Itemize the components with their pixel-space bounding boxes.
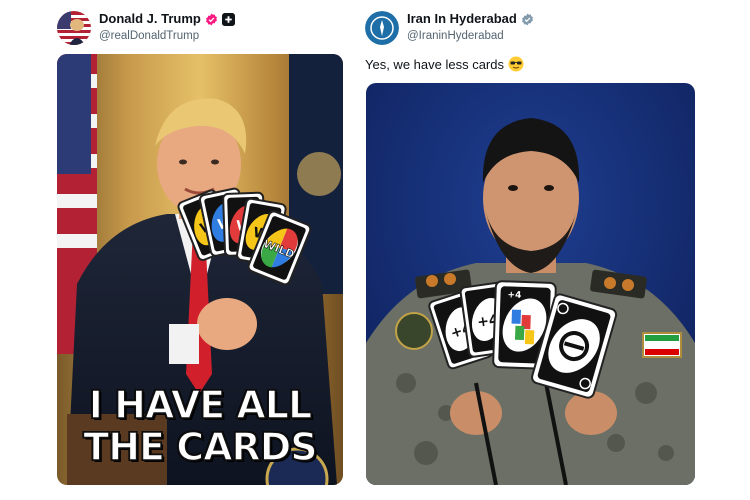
meme-caption-line-1: I HAVE ALL [88,383,313,427]
sunglasses-face-icon [508,56,524,75]
handle[interactable]: @IraninHyderabad [407,30,534,44]
display-name[interactable]: Donald J. Trump [99,11,201,27]
post-image[interactable]: W W W W [57,54,343,485]
follow-plus-icon[interactable] [221,12,235,27]
post-image[interactable]: +4 +4 +4 [366,83,695,485]
meme-caption-line-2: THE CARDS [83,425,319,469]
verified-badge-icon [521,12,534,26]
post-text-row: Yes, we have less cards [365,56,524,75]
handle[interactable]: @realDonaldTrump [99,30,235,44]
avatar[interactable] [57,11,91,45]
avatar[interactable] [365,11,399,45]
svg-text:+4: +4 [507,290,521,300]
display-name[interactable]: Iran In Hyderabad [407,11,517,27]
post-header: Donald J. Trump @realDonaldTrump [57,11,235,45]
verified-badge-icon [205,12,218,26]
post-header: Iran In Hyderabad @IraninHyderabad [365,11,534,45]
post-text: Yes, we have less cards [365,57,504,72]
